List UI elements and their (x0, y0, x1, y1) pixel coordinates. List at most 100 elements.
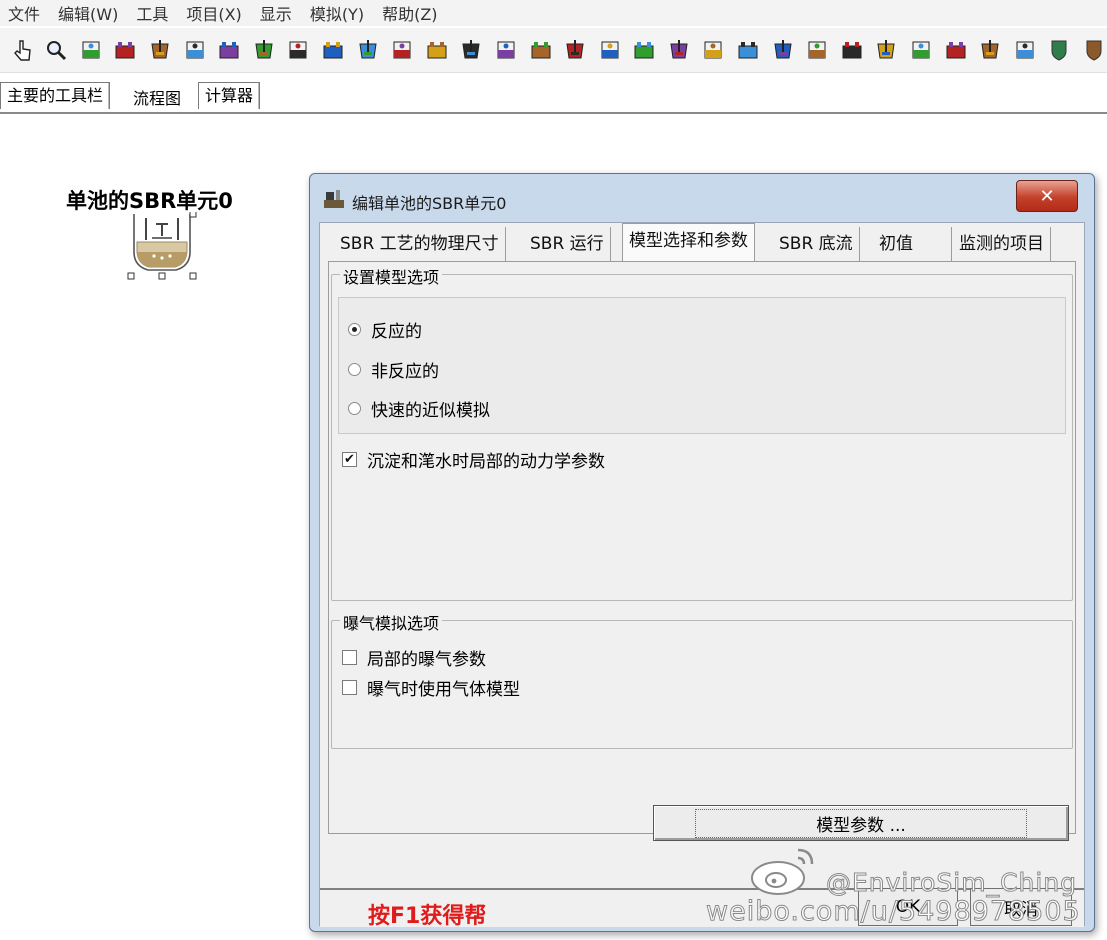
watermark-handle: @EnviroSim_Ching (825, 868, 1078, 898)
checkbox-local-aeration-params[interactable]: 局部的曝气参数 (342, 645, 486, 670)
primary-clarifier-icon[interactable] (597, 37, 623, 63)
book-icon[interactable] (1012, 37, 1038, 63)
menu-item-1[interactable]: 编辑(W) (50, 1, 128, 25)
shield-green-icon[interactable] (1046, 37, 1072, 63)
sbr-unit-label: 单池的SBR单元0 (66, 189, 233, 213)
checkbox-local-kinetics-box[interactable]: ✔ (342, 452, 357, 467)
radio-non-reactive-label: 非反应的 (371, 362, 439, 382)
tab-panel: 设置模型选项 反应的 非反应的 快速的近似模拟 ✔ 沉淀和滗水时局部的动力学参数 (328, 261, 1076, 834)
gas-icon-glyph (981, 40, 999, 59)
model-options-group: 设置模型选项 反应的 非反应的 快速的近似模拟 ✔ 沉淀和滗水时局部的动力学参数 (331, 264, 1073, 601)
watermark-url: weibo.com/u/5498978505 (706, 896, 1081, 928)
bioreactor-icon-glyph (393, 41, 411, 59)
tab-initial-values[interactable]: 初值 (873, 227, 952, 261)
tab-main-toolbar[interactable]: 主要的工具栏 (0, 82, 111, 109)
influent-icon-glyph (255, 40, 273, 59)
effluent-icon[interactable] (285, 37, 311, 63)
plug-flow-icon-glyph (358, 40, 377, 59)
checkbox-local-kinetics[interactable]: ✔ 沉淀和滗水时局部的动力学参数 (342, 447, 605, 472)
aerobic-sbr-icon-glyph (842, 42, 862, 59)
pointer-hand-icon[interactable] (9, 37, 35, 63)
combine-icon[interactable] (112, 37, 138, 63)
tab-calculator[interactable]: 计算器 (198, 82, 261, 109)
shield-brown-icon[interactable] (1081, 37, 1107, 63)
dual-sbr-icon[interactable] (873, 37, 899, 63)
menu-item-5[interactable]: 模拟(Y) (302, 1, 374, 25)
radio-fast-approximate-label: 快速的近似模拟 (371, 401, 490, 421)
aerobic-sbr-icon[interactable] (839, 37, 865, 63)
tab-monitored-items[interactable]: 监测的项目 (953, 227, 1051, 261)
radio-reactive[interactable]: 反应的 (348, 317, 422, 342)
radio-fast-approximate[interactable]: 快速的近似模拟 (348, 396, 490, 421)
sbr-aeration-icon-glyph (946, 42, 966, 59)
checkbox-local-aeration-params-box[interactable] (342, 650, 357, 665)
main-toolbar (0, 28, 1107, 73)
tab-model-selection-parameters[interactable]: 模型选择和参数 (622, 223, 755, 262)
menu-item-6[interactable]: 帮助(Z) (374, 1, 447, 25)
separator-icon[interactable] (147, 37, 173, 63)
tab-flowsheet[interactable]: 流程图 (127, 86, 187, 112)
radio-fast-approximate-indicator[interactable] (348, 402, 361, 415)
sbr-icon-glyph (531, 42, 550, 59)
menu-item-0[interactable]: 文件 (0, 1, 50, 25)
split-icon[interactable] (78, 37, 104, 63)
clarifier-icon[interactable] (735, 37, 761, 63)
sbr-basin-icon-glyph (808, 41, 826, 59)
digester-icon[interactable] (562, 37, 588, 63)
multi-sbr-icon[interactable] (908, 37, 934, 63)
aeration-options-group-title: 曝气模拟选项 (340, 610, 443, 634)
cstr-icon[interactable] (320, 37, 346, 63)
aeration-options-group: 曝气模拟选项 局部的曝气参数 曝气时使用气体模型 (331, 610, 1073, 749)
tab-sbr-underflow[interactable]: SBR 底流 (773, 227, 860, 261)
sbr-basin-icon[interactable] (804, 37, 830, 63)
tank-icon[interactable] (182, 37, 208, 63)
bioreactor-icon[interactable] (389, 37, 415, 63)
pointer-hand-icon-glyph (13, 40, 31, 61)
cstr-icon-glyph (323, 42, 343, 59)
pump-icon-glyph (219, 42, 239, 59)
radio-reactive-indicator[interactable] (348, 323, 361, 336)
aerated-tank-icon[interactable] (458, 37, 484, 63)
sbr-unit-icon[interactable] (126, 212, 198, 284)
radio-non-reactive-indicator[interactable] (348, 363, 361, 376)
close-button[interactable]: ✕ (1016, 180, 1078, 212)
weibo-logo-icon (751, 848, 814, 895)
book-icon-glyph (1016, 41, 1034, 59)
filter-icon-glyph (670, 40, 688, 59)
primary-clarifier-icon-glyph (601, 41, 619, 59)
storage-icon[interactable] (700, 37, 726, 63)
clarifier-icon-glyph (738, 42, 758, 59)
shield-green-icon-glyph (1051, 40, 1067, 61)
storage-icon-glyph (704, 41, 722, 59)
oxidation-ditch-icon[interactable] (424, 37, 450, 63)
separator-icon-glyph (151, 40, 169, 59)
zoom-icon-glyph (47, 41, 67, 61)
checkbox-local-kinetics-label: 沉淀和滗水时局部的动力学参数 (367, 452, 605, 472)
checkbox-gas-model-box[interactable] (342, 680, 357, 695)
plug-flow-icon[interactable] (355, 37, 381, 63)
tab-sbr-operation[interactable]: SBR 运行 (524, 227, 611, 261)
model-options-group-title: 设置模型选项 (340, 264, 443, 288)
radio-non-reactive[interactable]: 非反应的 (348, 357, 439, 382)
tab-sbr-physical-dimensions[interactable]: SBR 工艺的物理尺寸 (334, 227, 506, 261)
app-icon (324, 190, 344, 208)
sbr-aeration-icon[interactable] (943, 37, 969, 63)
membrane-bioreactor-icon[interactable] (493, 37, 519, 63)
gas-icon[interactable] (977, 37, 1003, 63)
sbr-icon[interactable] (528, 37, 554, 63)
menu-item-4[interactable]: 显示 (252, 1, 302, 25)
pump-icon[interactable] (216, 37, 242, 63)
menu-bar: 文件 编辑(W) 工具 项目(X) 显示 模拟(Y) 帮助(Z) (0, 0, 1107, 26)
menu-item-3[interactable]: 项目(X) (178, 1, 251, 25)
model-parameters-button[interactable]: 模型参数 ... (653, 805, 1069, 841)
dialog-title: 编辑单池的SBR单元0 (352, 194, 507, 213)
checkbox-gas-model[interactable]: 曝气时使用气体模型 (342, 675, 520, 700)
multi-sbr-icon-glyph (912, 41, 930, 59)
settler-icon[interactable] (770, 37, 796, 63)
influent-icon[interactable] (251, 37, 277, 63)
menu-item-2[interactable]: 工具 (128, 1, 178, 25)
tower-icon[interactable] (631, 37, 657, 63)
combine-icon-glyph (115, 42, 135, 59)
filter-icon[interactable] (666, 37, 692, 63)
zoom-icon[interactable] (43, 37, 69, 63)
